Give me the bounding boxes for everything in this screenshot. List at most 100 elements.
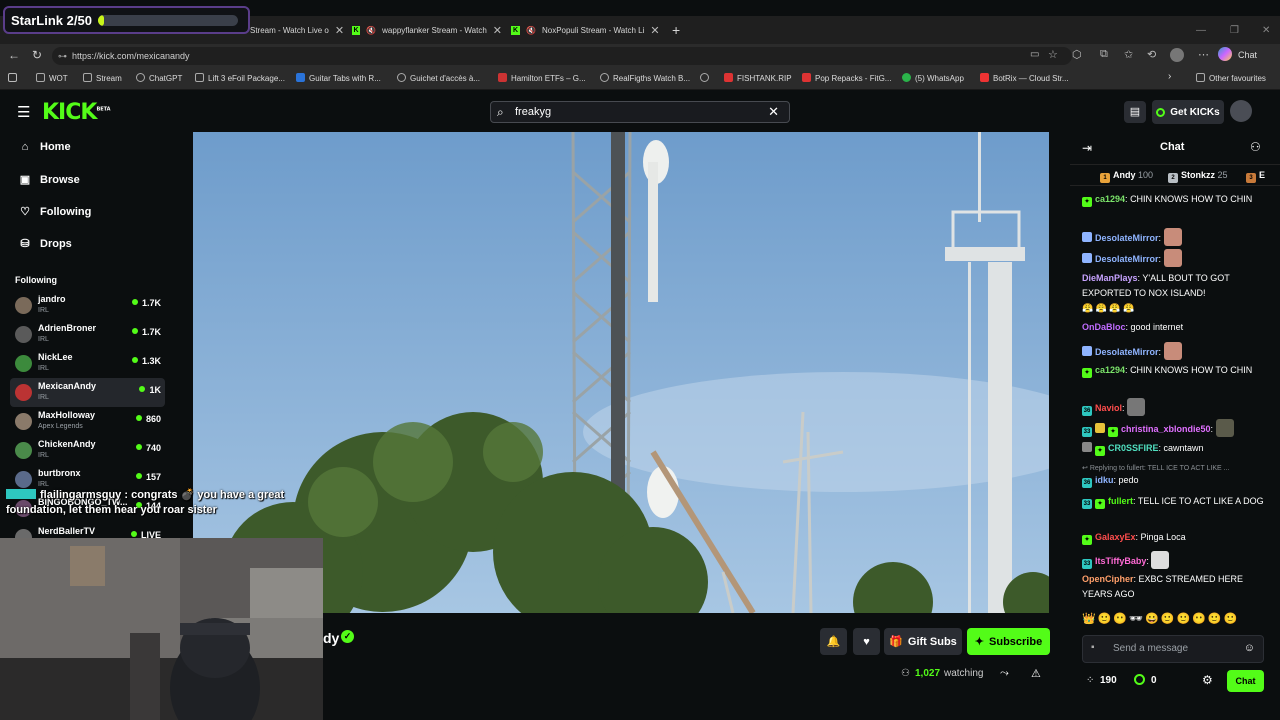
starlink-label: StarLink 2/50 [11,12,92,28]
avatar [15,326,32,343]
leaderboard-entry[interactable]: 3E [1246,170,1265,183]
split-screen-icon[interactable]: ⧉ [1100,48,1108,61]
clear-search-icon[interactable]: ✕ [768,102,779,122]
muted-speaker-icon[interactable]: 🔇 [526,26,536,35]
bookmark-item[interactable]: (5) WhatsApp [902,73,964,83]
share-icon[interactable]: ⤳ [1000,667,1009,680]
whatsapp-icon [902,73,911,82]
bell-icon: 🔔 [826,636,841,648]
badge-icon: ✦ [1082,368,1092,378]
home-icon: ⌂ [21,141,29,153]
chat-users-icon[interactable]: ⚇ [1250,140,1261,154]
minimize-icon[interactable]: — [1196,16,1206,44]
site-icon [296,73,305,82]
followed-channel[interactable]: AdrienBroner IRL 1.7K [10,320,165,349]
maximize-icon[interactable]: ❐ [1230,16,1239,44]
bookmark-item[interactable]: FISHTANK.RIP [724,73,792,83]
back-icon[interactable]: ← [8,48,20,62]
get-kicks-button[interactable]: Get KICKs [1152,100,1224,124]
followed-channel[interactable]: NickLee IRL 1.3K [10,349,165,378]
reload-icon[interactable]: ↻ [32,48,42,62]
nav-home[interactable]: ⌂ Home [18,141,71,153]
notification-bell-button[interactable]: 🔔 [820,628,847,655]
leaderboard-entry[interactable]: 1 Andy 100 [1100,170,1153,183]
bookmark-item[interactable] [700,73,713,83]
copilot-chat-label[interactable]: Chat [1238,50,1257,60]
bookmark-item[interactable]: WOT [36,73,68,83]
drops-icon: ⛁ [20,238,30,250]
bookmark-item[interactable]: Hamilton ETFs – G... [498,73,586,83]
collapse-chat-icon[interactable]: ⇥ [1082,141,1092,155]
copilot-icon[interactable] [1218,47,1232,61]
reader-icon[interactable]: ▭ [1030,49,1039,60]
close-icon[interactable]: ✕ [650,24,659,37]
bookmark-item[interactable]: Guitar Tabs with R... [296,73,381,83]
followed-channel[interactable]: ChickenAndy IRL 740 [10,436,165,465]
bookmark-item[interactable]: Lift 3 eFoil Package... [195,73,285,83]
bookmark-item[interactable]: Pop Repacks - FitG... [802,73,891,83]
chat-message: OpenCipher: EXBC STREAMED HERE YEARS AGO [1082,574,1244,599]
message-input[interactable]: ▪ Send a message ☺ [1082,635,1264,663]
bookmarks-menu-icon[interactable] [8,73,21,83]
starlink-progress-bar [97,14,238,26]
user-avatar[interactable] [1230,100,1252,122]
bookmark-item[interactable]: RealFigths Watch B... [600,73,690,83]
browser-tab[interactable]: K 🔇 wappyflanker Stream - Watch ✕ [352,16,502,44]
emoji-picker-icon[interactable]: ☺ [1244,642,1255,654]
window-close-icon[interactable]: ✕ [1262,16,1270,44]
folder-icon [1196,73,1205,82]
new-tab-button[interactable]: + [672,16,686,44]
emote [1215,419,1234,437]
badge-icon: ✦ [1082,535,1092,545]
sub-badge-icon: 33 [1082,427,1092,437]
chat-message: ✦ CR0SSFIRE: cawntawn [1082,441,1270,456]
extension-icon[interactable]: ⬡ [1072,48,1082,61]
leaderboard-entry[interactable]: 2 Stonkzz 25 [1168,170,1228,183]
browser-tab[interactable]: K 🔇 NoxPopuli Stream - Watch Li ✕ [511,16,661,44]
channel-points-icon[interactable] [1134,674,1145,685]
close-icon[interactable]: ✕ [335,24,344,37]
history-icon[interactable]: ⟲ [1147,48,1156,61]
favourite-star-icon[interactable]: ☆ [1048,48,1058,61]
bookmark-item[interactable]: BotRix — Cloud Str... [980,73,1069,83]
chevron-right-icon[interactable]: › [1168,71,1171,82]
favourites-icon[interactable]: ✩ [1124,48,1133,61]
avatar [15,471,32,488]
muted-speaker-icon[interactable]: 🔇 [366,26,376,35]
kick-logo[interactable]: KICKBETA [42,100,111,125]
other-favourites[interactable]: Other favourites [1196,73,1266,83]
followed-channel[interactable]: jandro IRL 1.7K [10,291,165,320]
nav-drops[interactable]: ⛁ Drops [18,237,71,251]
followed-channel-selected[interactable]: MexicanAndy IRL 1K [10,378,165,407]
close-icon[interactable]: ✕ [493,24,502,37]
browser-tab[interactable]: Stream - Watch Live o ✕ [250,16,346,44]
chat-bubble-icon: ▪ [1091,642,1095,653]
sub-badge-icon: 33 [1082,499,1092,509]
browse-layout-icon[interactable]: ▤ [1124,101,1146,123]
url-field[interactable]: ⊶ https://kick.com/mexicanandy [52,47,1072,65]
subscribe-button[interactable]: ✦ Subscribe [967,628,1050,655]
nav-following[interactable]: ♡ Following [18,205,91,219]
emote [1163,228,1182,246]
search-input[interactable]: ⌕ freakyg ✕ [490,101,790,123]
send-chat-button[interactable]: Chat [1227,670,1264,692]
emote-bar[interactable]: 👑🙂😶🕶😀🙂🙂😶🙂🙂 [1082,612,1272,630]
bookmark-item[interactable]: Guichet d'accès à... [397,73,480,83]
report-warning-icon[interactable]: ⚠ [1031,667,1041,680]
streamer-name[interactable]: dy [323,630,339,646]
more-icon[interactable]: ⋯ [1198,48,1209,61]
follow-heart-button[interactable]: ♥ [853,628,880,655]
followed-channel[interactable]: MaxHolloway Apex Legends 860 [10,407,165,436]
star-icon: ✦ [974,636,985,648]
nav-browse[interactable]: ▣ Browse [18,173,80,187]
chat-settings-gear-icon[interactable]: ⚙ [1202,673,1213,687]
search-value: freakyg [515,106,552,118]
profile-avatar[interactable] [1170,48,1184,62]
gift-subs-button[interactable]: 🎁 Gift Subs [884,628,962,655]
bookmark-item[interactable]: ChatGPT [136,73,182,83]
url-text: https://kick.com/mexicanandy [72,51,190,61]
site-info-icon[interactable]: ⊶ [58,47,67,65]
bookmark-item[interactable]: Stream [83,73,122,83]
following-heading: Following [15,275,57,285]
hamburger-menu-icon[interactable]: ☰ [17,103,30,121]
